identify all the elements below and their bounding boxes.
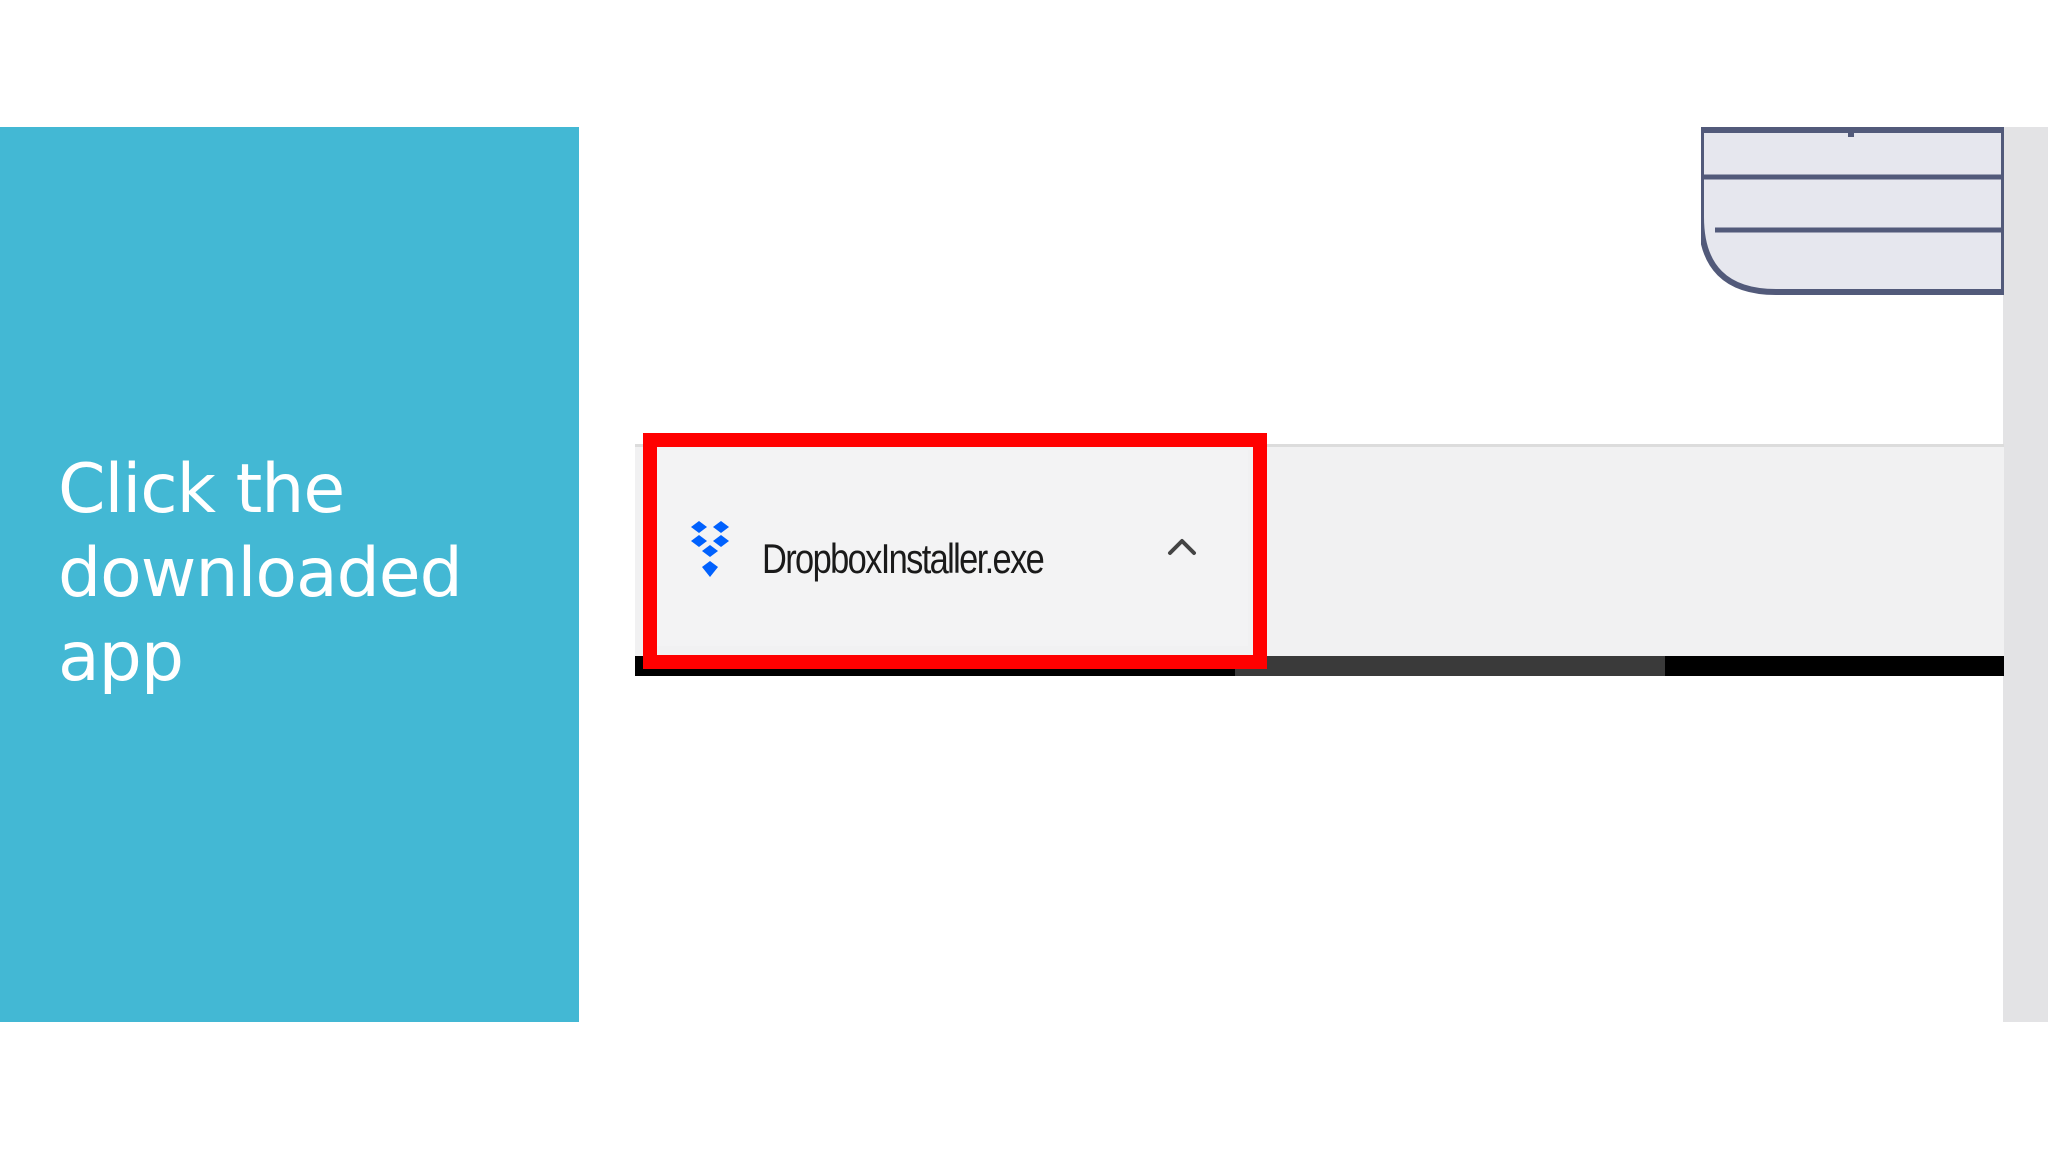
- title-line-3: app: [58, 618, 184, 697]
- title-line-1: Click the: [58, 450, 345, 529]
- slide-title: Click the downloaded app: [58, 448, 558, 700]
- laptop-illustration: [1701, 127, 2004, 295]
- download-shelf-bottom-bar: [635, 656, 2004, 676]
- chevron-up-icon[interactable]: [1162, 527, 1202, 567]
- scrollbar-track[interactable]: [2003, 127, 2048, 1022]
- title-line-2: downloaded: [58, 534, 463, 613]
- browser-screenshot: DropboxInstaller.exe: [579, 127, 2048, 1022]
- dropbox-icon: [691, 521, 729, 577]
- download-file-name[interactable]: DropboxInstaller.exe: [762, 533, 1045, 585]
- slide: Click the downloaded app DropboxInstaller.…: [0, 0, 2048, 1152]
